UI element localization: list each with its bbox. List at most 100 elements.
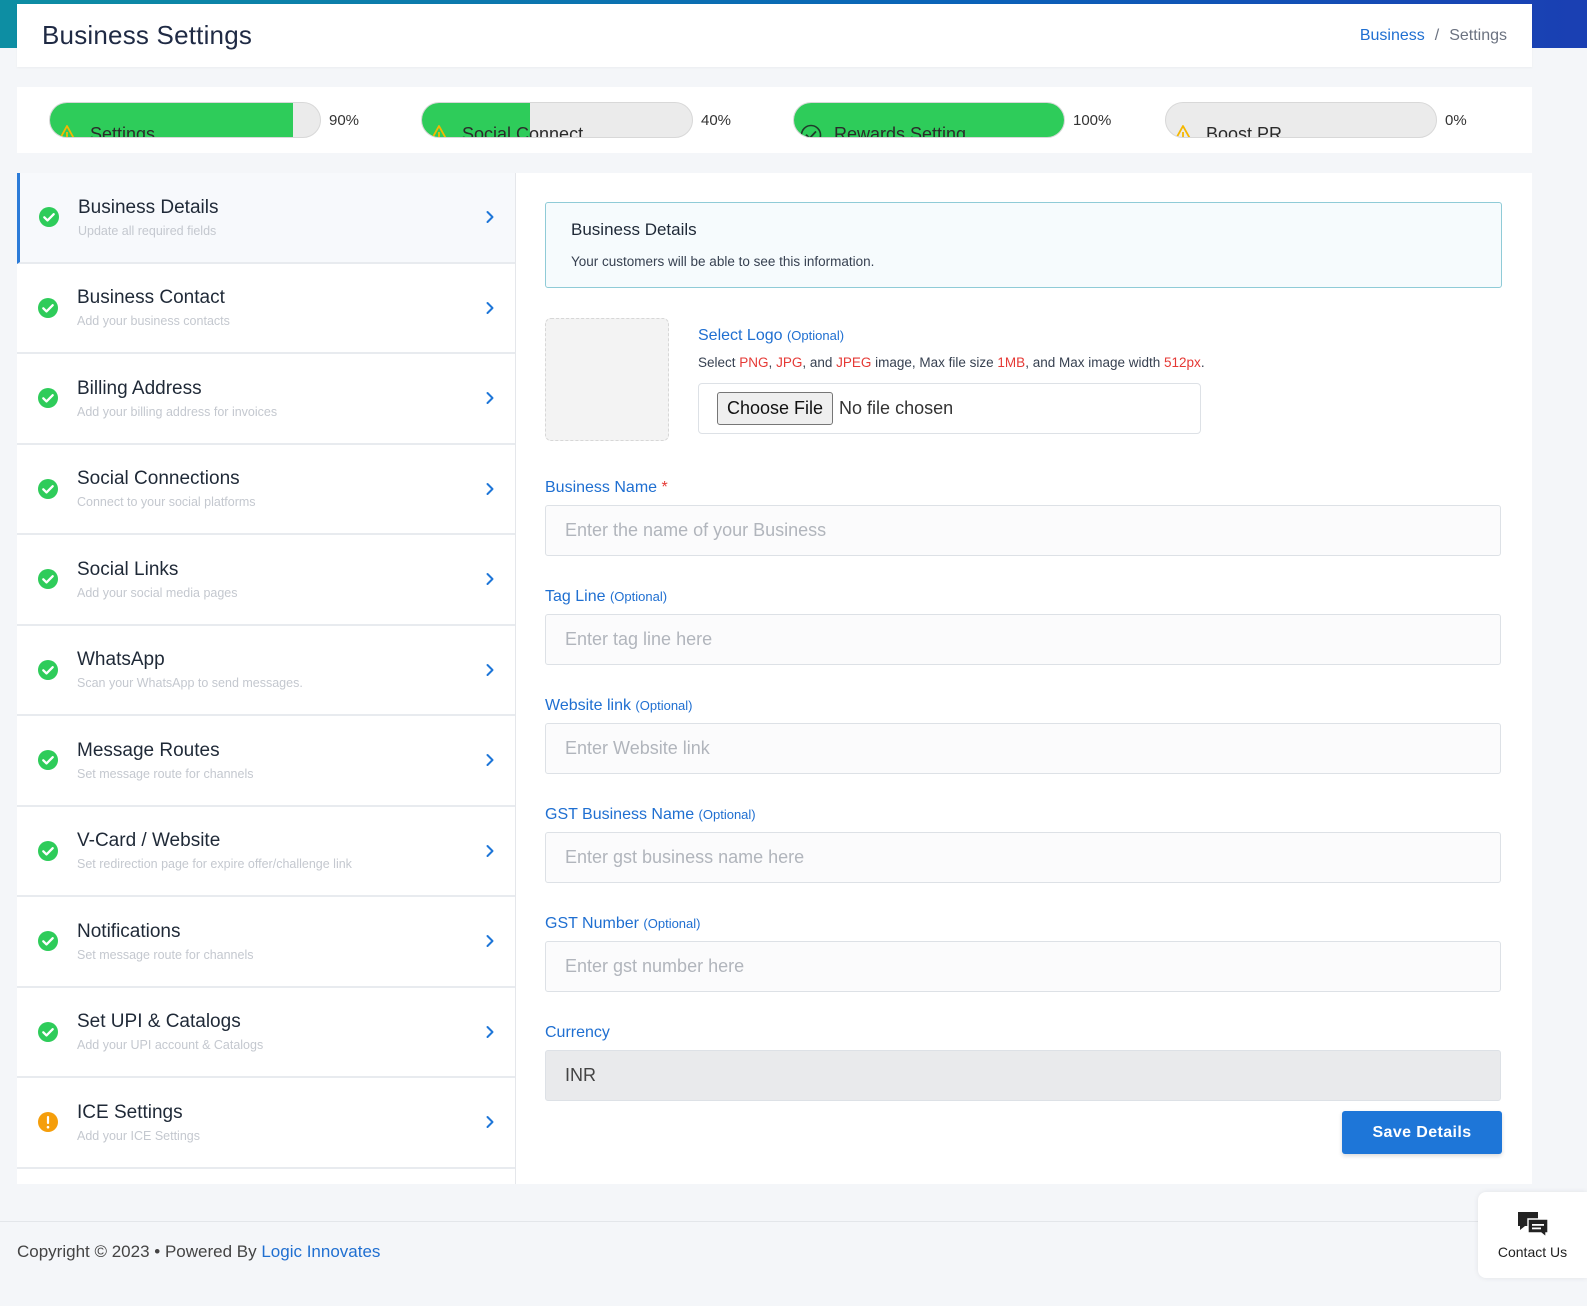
chevron-right-icon: [486, 573, 494, 586]
progress-label: Social Connect: [462, 124, 584, 138]
sidebar-item-title: Billing Address: [77, 377, 202, 399]
no-file-text: No file chosen: [839, 398, 954, 418]
contact-us-button[interactable]: Contact Us: [1478, 1192, 1587, 1278]
sidebar-item-notifications[interactable]: Notifications Set message route for chann…: [17, 897, 515, 988]
sidebar-item-title: Message Routes: [77, 739, 220, 761]
contact-us-label: Contact Us: [1497, 1244, 1568, 1260]
check-circle-icon: [38, 931, 58, 952]
gst-number-label: GST Number: [545, 915, 639, 932]
business-name-label: Business Name: [545, 479, 658, 496]
progress-label: Rewards Setting: [834, 124, 967, 138]
chevron-right-icon: [486, 1025, 494, 1038]
sidebar-item-billing-address[interactable]: Billing Address Add your billing address …: [17, 354, 515, 445]
chevron-right-icon: [486, 844, 494, 857]
check-circle-icon: [38, 478, 58, 499]
gst-name-label: GST Business Name: [545, 806, 695, 823]
sidebar-item-ice-settings[interactable]: ICE Settings Add your ICE Settings: [17, 1078, 515, 1169]
progress-percent: 90%: [329, 111, 360, 129]
sidebar-item-set-upi-catalogs[interactable]: Set UPI & Catalogs Add your UPI account &…: [17, 988, 515, 1078]
sidebar-item-subtitle: Connect to your social platforms: [77, 495, 256, 510]
company-link[interactable]: Logic Innovates: [261, 1242, 380, 1261]
progress-label: Settings: [90, 124, 156, 138]
logo-optional: (Optional): [786, 328, 845, 343]
check-circle-icon: [38, 569, 58, 590]
sidebar-item-social-connections[interactable]: Social Connections Connect to your social…: [17, 445, 515, 535]
sidebar-item-subtitle: Add your social media pages: [77, 585, 238, 600]
progress-social-connect[interactable]: Social Connect 40%: [421, 102, 741, 138]
info-title: Business Details: [571, 220, 697, 239]
logo-label: Select Logo: [698, 327, 783, 344]
business-name-field: Business Name * Enter the name of your B…: [545, 479, 1502, 556]
website-field: Website link (Optional) Enter Website li…: [545, 697, 1502, 774]
chevron-right-icon: [486, 211, 494, 224]
chevron-right-icon: [486, 663, 494, 676]
sidebar-item-message-routes[interactable]: Message Routes Set message route for chan…: [17, 716, 515, 807]
chevron-right-icon: [486, 482, 494, 495]
sidebar-item-title: Business Contact: [77, 287, 225, 309]
info-subtitle: Your customers will be able to see this …: [571, 254, 875, 269]
logo-row: Select Logo (Optional) Select PNG, JPG, …: [545, 318, 1502, 441]
gst-name-field: GST Business Name (Optional) Enter gst b…: [545, 806, 1502, 883]
business-details-form: Business Details Your customers will be …: [516, 173, 1532, 1184]
check-circle-icon: [38, 750, 58, 771]
breadcrumb: Business / Settings: [1360, 27, 1507, 45]
progress-boost-pr[interactable]: Boost PR 0%: [1165, 102, 1485, 138]
breadcrumb-separator: /: [1434, 26, 1440, 44]
currency-input[interactable]: INR: [545, 1050, 1501, 1101]
breadcrumb-business-link[interactable]: Business: [1360, 27, 1425, 45]
check-circle-icon: [38, 297, 58, 318]
required-mark: *: [661, 479, 668, 496]
sidebar-item-subtitle: Update all required fields: [78, 223, 217, 238]
sidebar-item-business-contact[interactable]: Business Contact Add your business contac…: [17, 264, 515, 354]
progress-settings[interactable]: Settings 90%: [49, 102, 369, 138]
chat-icon: [1517, 1212, 1549, 1238]
gst-name-input[interactable]: Enter gst business name here: [545, 832, 1501, 883]
currency-label: Currency: [545, 1024, 610, 1041]
progress-card: Settings 90% Social Connect 40% Rewards …: [17, 87, 1532, 153]
progress-percent: 0%: [1445, 111, 1467, 129]
logo-hint: Select PNG, JPG, and JPEG image, Max fil…: [698, 355, 1205, 370]
logo-preview: [545, 318, 669, 441]
choose-file-button[interactable]: Choose File: [717, 392, 834, 425]
settings-panel: Business Details Update all required fiel…: [17, 173, 1532, 1184]
sidebar-item-subtitle: Add your billing address for invoices: [77, 404, 278, 419]
check-circle-icon: [38, 1021, 58, 1042]
chevron-right-icon: [486, 754, 494, 767]
logo-file-input[interactable]: Choose File No file chosen: [698, 383, 1201, 434]
tag-line-field: Tag Line (Optional) Enter tag line here: [545, 588, 1502, 665]
check-circle-icon: [38, 388, 58, 409]
gst-number-field: GST Number (Optional) Enter gst number h…: [545, 915, 1502, 992]
check-circle-icon: [38, 659, 58, 680]
gst-number-input[interactable]: Enter gst number here: [545, 941, 1501, 992]
info-box: Business Details Your customers will be …: [545, 202, 1502, 288]
check-circle-icon: [800, 124, 822, 137]
progress-label: Boost PR: [1206, 124, 1283, 138]
sidebar-item-subtitle: Set message route for channels: [77, 766, 254, 781]
sidebar-item-subtitle: Set message route for channels: [77, 947, 254, 962]
sidebar-item-v-card-website[interactable]: V-Card / Website Set redirection page for…: [17, 807, 515, 897]
page-title: Business Settings: [42, 20, 253, 50]
business-name-input[interactable]: Enter the name of your Business: [545, 505, 1501, 556]
warning-icon: [1175, 124, 1191, 137]
website-input[interactable]: Enter Website link: [545, 723, 1501, 774]
sidebar-item-whatsapp[interactable]: WhatsApp Scan your WhatsApp to send messa…: [17, 626, 515, 716]
sidebar-item-title: V-Card / Website: [77, 830, 221, 852]
chevron-right-icon: [486, 935, 494, 948]
sidebar-item-title: Social Links: [77, 558, 179, 580]
copyright-text: Copyright © 2023 • Powered By: [17, 1242, 262, 1261]
check-circle-icon: [38, 840, 58, 861]
tag-line-input[interactable]: Enter tag line here: [545, 614, 1501, 665]
sidebar-item-business-details[interactable]: Business Details Update all required fiel…: [17, 173, 515, 264]
sidebar-item-title: Set UPI & Catalogs: [77, 1011, 241, 1033]
progress-percent: 40%: [701, 111, 732, 129]
progress-rewards-setting[interactable]: Rewards Setting 100%: [793, 102, 1113, 138]
currency-field: Currency INR: [545, 1024, 1502, 1101]
sidebar-item-subtitle: Add your ICE Settings: [77, 1128, 200, 1143]
chevron-right-icon: [486, 301, 494, 314]
save-details-button[interactable]: Save Details: [1342, 1111, 1502, 1154]
sidebar-item-subtitle: Set redirection page for expire offer/ch…: [77, 857, 352, 872]
check-circle-icon: [39, 207, 59, 228]
tag-line-label: Tag Line: [545, 588, 606, 605]
sidebar-item-social-links[interactable]: Social Links Add your social media pages: [17, 535, 515, 626]
chevron-right-icon: [486, 1116, 494, 1129]
